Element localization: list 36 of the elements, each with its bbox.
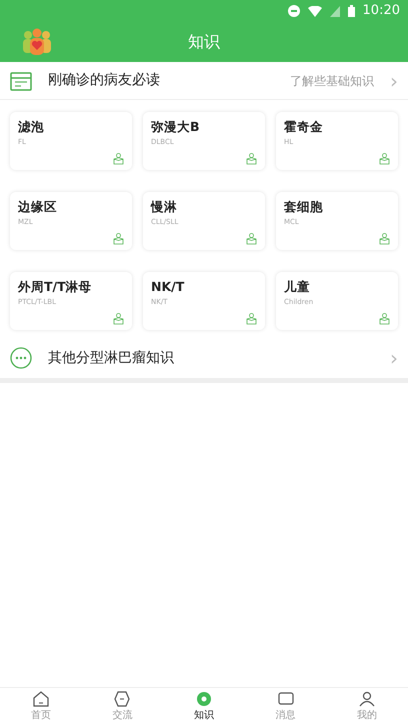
chevron-icon: › (390, 348, 398, 368)
other-types-link[interactable]: 其他分型淋巴瘤知识 (48, 348, 174, 368)
type-name: 边缘区 (18, 198, 58, 216)
person-box-icon (246, 153, 257, 165)
type-name: 套细胞 (284, 198, 324, 216)
more-icon (10, 347, 32, 369)
nav-tab[interactable]: 知识 (163, 688, 245, 727)
page-title: 知识 (188, 31, 220, 53)
person-box-icon (113, 313, 124, 325)
knowledge-icon (194, 690, 213, 708)
calendar-icon (10, 70, 32, 90)
people-heart-logo (22, 28, 52, 55)
person-box-icon (379, 313, 390, 325)
home-icon (32, 690, 50, 708)
signal-icon (330, 6, 340, 16)
wifi-icon (308, 6, 322, 16)
type-name: 儿童 (284, 278, 311, 296)
chevron-icon: › (390, 70, 398, 90)
person-box-icon (379, 153, 390, 165)
person-box-icon (113, 153, 124, 165)
type-name: 弥漫大B (151, 118, 201, 136)
do-not-disturb-icon (288, 5, 300, 17)
type-name: NK/T (151, 278, 186, 296)
type-name: 外周T/T淋母 (18, 278, 93, 296)
status-time: 10:20 (362, 2, 400, 20)
person-box-icon (246, 313, 257, 325)
person-box-icon (246, 233, 257, 245)
type-name: 慢淋 (151, 198, 178, 216)
battery-icon (348, 5, 355, 17)
type-name: 滤泡 (18, 118, 45, 136)
me-icon (358, 690, 376, 708)
section-title: 刚确诊的病友必读 (48, 71, 160, 90)
person-box-icon (379, 233, 390, 245)
type-name: 霍奇金 (284, 118, 324, 136)
person-box-icon (113, 233, 124, 245)
chat-icon (113, 690, 132, 708)
